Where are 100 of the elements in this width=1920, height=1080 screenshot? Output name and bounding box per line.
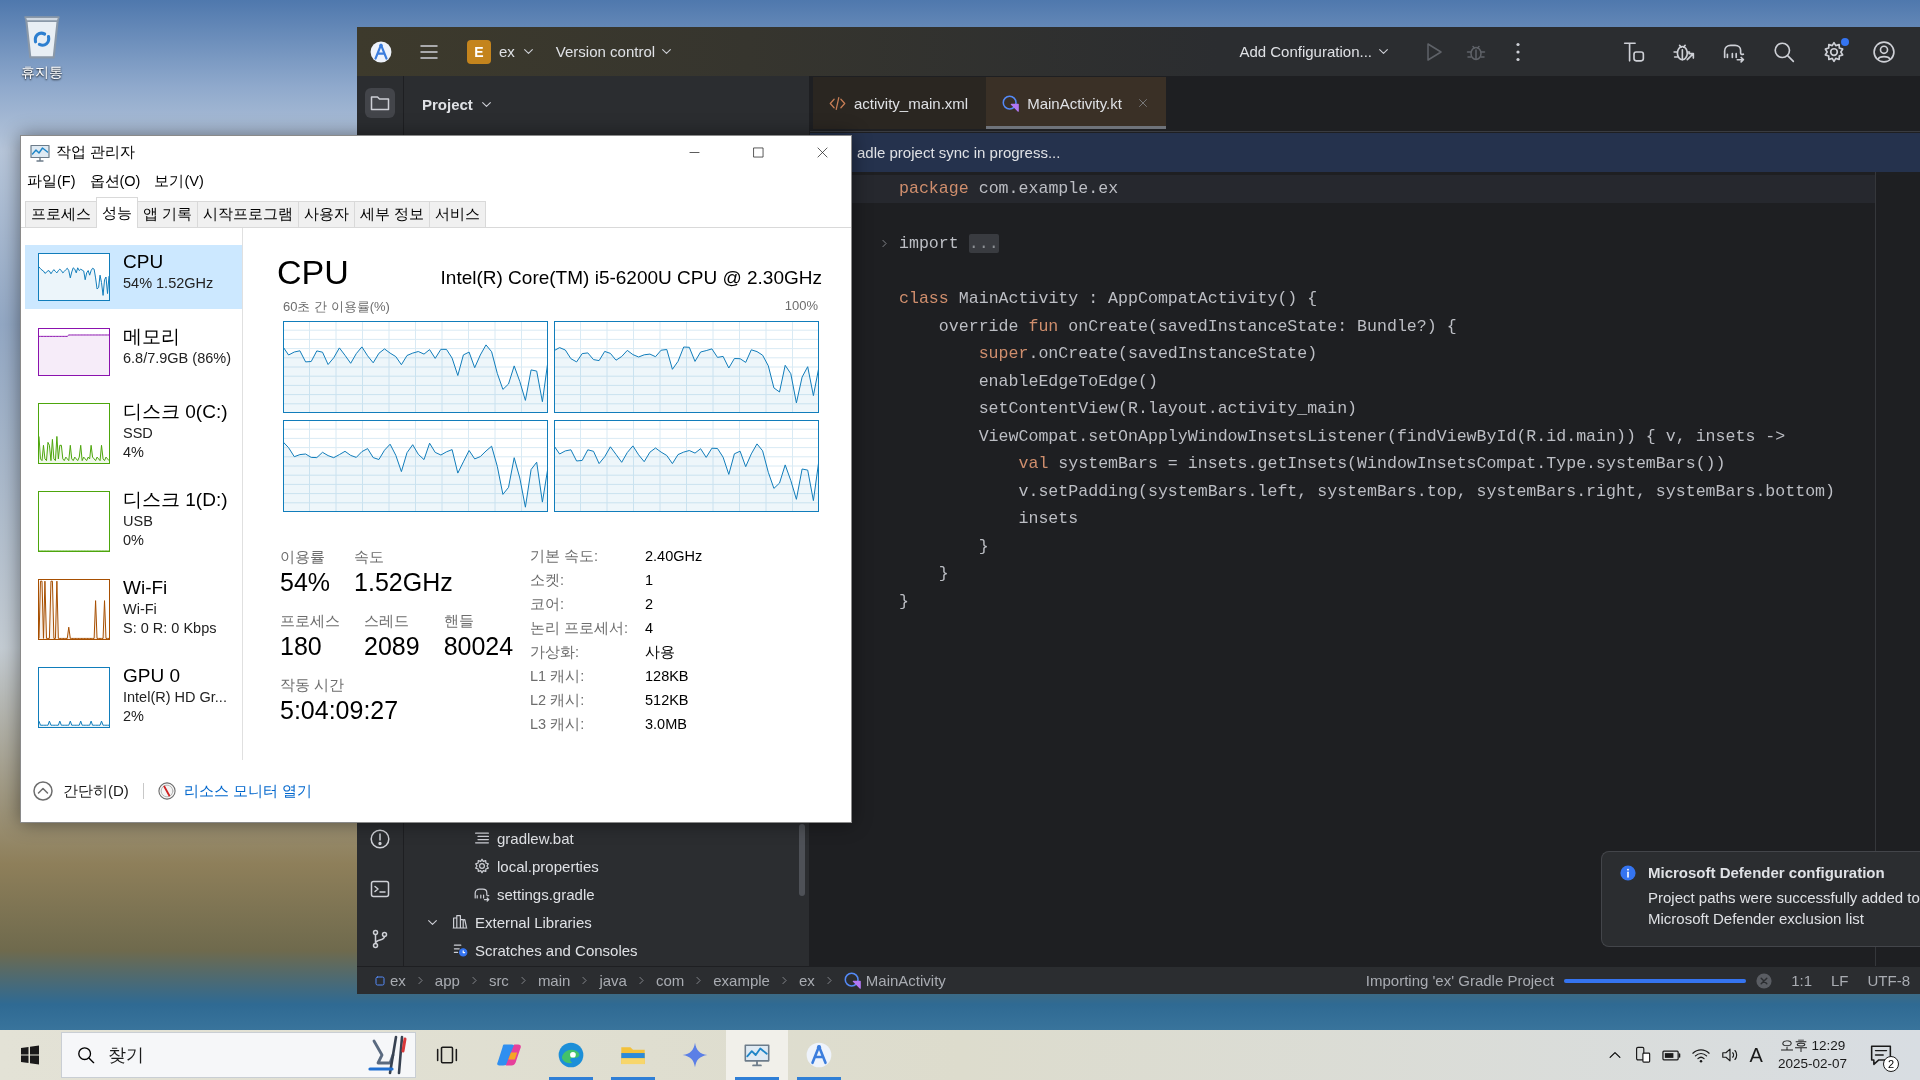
stat-value: 1.52GHz (354, 567, 453, 597)
resource-detail: 2% (123, 707, 145, 726)
notification-message: Project paths were successfully added to Microsoft Defender exclusion list (1648, 888, 1920, 929)
resource-item[interactable]: 메모리 6.8/7.9GB (86%) (25, 320, 242, 384)
spec-label: L2 캐시: (530, 690, 586, 710)
chevron-down-icon (1378, 46, 1389, 57)
menu-item[interactable]: 보기(V) (154, 171, 204, 191)
code-line: package com.example.ex (899, 179, 1119, 199)
resource-detail: 54% 1.52GHz (123, 274, 214, 293)
code-line: super.onCreate(savedInstanceState) (977, 344, 1318, 364)
caret-position[interactable]: 1:1 (1791, 972, 1812, 989)
gauge-icon (157, 782, 176, 800)
resource-monitor-link[interactable]: 리소스 모니터 열기 (183, 781, 313, 801)
resource-detail: S: 0 R: 0 Kbps (123, 619, 217, 638)
resource-name: Wi-Fi (123, 576, 169, 600)
speaker-icon[interactable] (1720, 1046, 1739, 1064)
tree-item[interactable]: local.properties (474, 857, 599, 875)
close-icon[interactable] (1137, 98, 1148, 108)
start-icon[interactable] (20, 1045, 40, 1065)
resource-detail: 0% (123, 531, 145, 550)
scrollbar-thumb[interactable] (799, 824, 805, 896)
spec-label: 가상화: (530, 642, 581, 662)
clock-time[interactable]: 오후 12:29 (1779, 1037, 1846, 1055)
background-task-label[interactable]: Importing 'ex' Gradle Project (1365, 972, 1555, 989)
file-clock-icon (452, 942, 468, 958)
resource-item[interactable]: 디스크 1(D:) USB 0% (25, 483, 242, 560)
wifi-icon[interactable] (1691, 1046, 1710, 1064)
line-separator[interactable]: LF (1831, 972, 1849, 989)
spec-value: 128KB (645, 668, 690, 684)
code-line: class MainActivity : AppCompatActivity() { (899, 289, 1318, 309)
code-line: enableEdgeToEdge() (977, 371, 1158, 391)
tab[interactable]: 서비스 (429, 201, 487, 227)
file-encoding[interactable]: UTF-8 (1867, 972, 1910, 989)
stat-value: 180 (280, 631, 323, 661)
gear-icon (474, 858, 490, 874)
code-line: v.setPadding(systemBars.left, systemBars.top, systemBars.right, systemBars.bottom) (1017, 481, 1836, 501)
resource-item[interactable]: GPU 0 Intel(R) HD Gr... 2% (25, 659, 242, 736)
resource-name: CPU (123, 250, 165, 274)
tab[interactable]: 앱 기록 (137, 201, 199, 227)
code-line: insets (1017, 509, 1079, 529)
breadcrumb[interactable]: java (599, 972, 627, 989)
code-line: } (937, 564, 949, 584)
breadcrumb[interactable]: ex (375, 972, 406, 989)
notification-icon[interactable] (1870, 1044, 1892, 1066)
folder-icon[interactable] (365, 88, 395, 118)
chevron-right-icon (824, 976, 834, 985)
tree-item[interactable]: settings.gradle (474, 885, 595, 903)
tree-item[interactable]: gradlew.bat (474, 829, 574, 847)
editor-tab[interactable]: activity_main.xml (813, 77, 987, 129)
resource-item[interactable]: 디스크 0(C:) SSD 4% (25, 395, 242, 472)
tree-item[interactable]: External Libraries (452, 913, 592, 931)
project-badge: E (467, 39, 491, 64)
tab[interactable]: 성능 (96, 197, 138, 228)
editor-tab[interactable]: MainActivity.kt (986, 77, 1166, 129)
tree-item[interactable]: Scratches and Consoles (452, 941, 638, 959)
spec-value: 4 (645, 620, 655, 636)
menu-item[interactable]: 파일(F) (27, 171, 76, 191)
run-configuration-menu[interactable]: Add Configuration... (1239, 43, 1389, 60)
chevron-right-icon (779, 976, 789, 985)
breadcrumb[interactable]: app (434, 972, 460, 989)
project-selector[interactable]: E ex (467, 39, 534, 64)
account-icon[interactable] (1873, 40, 1895, 63)
tab[interactable]: 프로세스 (25, 201, 97, 227)
stat-value: 5:04:09:27 (280, 695, 399, 725)
settings-icon[interactable] (1823, 40, 1845, 63)
breadcrumb[interactable]: main (537, 972, 571, 989)
resource-item[interactable]: Wi-Fi Wi-Fi S: 0 R: 0 Kbps (25, 571, 242, 648)
spec-label: L3 캐시: (530, 714, 586, 734)
breadcrumb[interactable]: src (488, 972, 509, 989)
spec-label: 코어: (530, 594, 566, 614)
chevron-right-icon (469, 976, 479, 985)
clock-date[interactable]: 2025-02-07 (1777, 1055, 1847, 1073)
hammer-square-icon[interactable] (1623, 40, 1645, 63)
tab[interactable]: 세부 정보 (354, 201, 431, 227)
close-icon[interactable] (815, 146, 829, 159)
menu-item[interactable]: 옵션(O) (89, 171, 141, 191)
books-icon (452, 914, 468, 930)
spec-value: 2.40GHz (645, 548, 703, 564)
maximize-icon[interactable] (751, 146, 765, 159)
elephant-icon (474, 886, 490, 902)
input-mode-indicator[interactable]: A (1749, 1043, 1763, 1067)
tab[interactable]: 사용자 (298, 201, 356, 227)
search-field[interactable]: 찾기 (61, 1032, 416, 1078)
resource-item[interactable]: CPU 54% 1.52GHz (25, 245, 242, 309)
breadcrumb[interactable]: com (655, 972, 685, 989)
compass-logo-icon (370, 40, 392, 63)
breadcrumb[interactable]: example (713, 972, 770, 989)
search-icon[interactable] (1773, 40, 1795, 63)
monitor-graph-icon[interactable] (726, 1030, 788, 1080)
tab[interactable]: 시작프로그램 (197, 201, 300, 227)
breadcrumb[interactable]: MainActivity (843, 972, 946, 989)
fewer-details-button[interactable]: 간단히(D) (33, 781, 129, 801)
chevron-right-icon (415, 976, 425, 985)
version-control-menu[interactable]: Version control (555, 43, 673, 60)
resource-detail: 4% (123, 443, 145, 462)
search-icon (77, 1046, 95, 1064)
project-view-menu[interactable]: Project (422, 95, 492, 113)
breadcrumb[interactable]: ex (798, 972, 815, 989)
spec-value: 3.0MB (645, 716, 688, 732)
stat-label: 핸들 (443, 612, 475, 631)
